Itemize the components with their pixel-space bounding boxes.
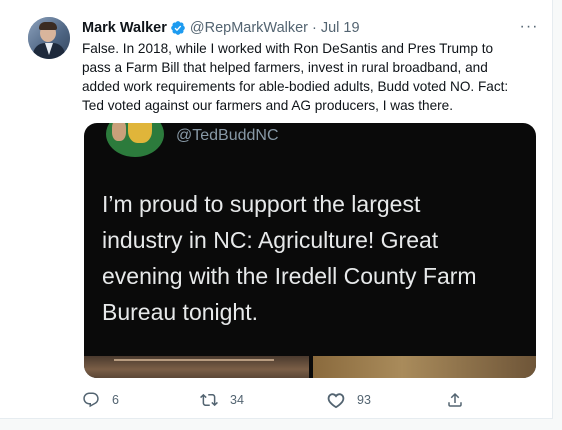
share-icon [448, 392, 462, 407]
embedded-text-line: I’m proud to support the largest [102, 191, 421, 217]
tweet-text-line: False. In 2018, while I worked with Ron … [82, 41, 494, 56]
tweet-text-line: pass a Farm Bill that helped farmers, in… [82, 60, 488, 75]
embedded-text-line: Bureau tonight. [102, 299, 259, 325]
embedded-photo-left [84, 356, 309, 378]
reply-count: 6 [112, 393, 119, 407]
reply-button[interactable]: 6 [82, 390, 119, 410]
verified-badge-icon [171, 21, 185, 35]
embedded-avatar [106, 123, 164, 157]
retweet-button[interactable]: 34 [200, 390, 244, 410]
like-button[interactable]: 93 [327, 390, 371, 410]
embedded-handle: @TedBuddNC [176, 127, 279, 144]
share-button[interactable] [446, 390, 464, 410]
separator-dot: · [312, 20, 317, 36]
tweet-text-line: added work requirements for able-bodied … [82, 79, 509, 94]
tweet-card[interactable]: Mark Walker @RepMarkWalker · Jul 19 ··· … [0, 0, 553, 419]
embedded-photo-right [313, 356, 536, 378]
author-name[interactable]: Mark Walker [82, 20, 167, 36]
embedded-text: I’m proud to support the largest industr… [102, 186, 477, 330]
retweet-count: 34 [230, 393, 244, 407]
embedded-media[interactable]: @TedBuddNC I’m proud to support the larg… [84, 123, 536, 378]
more-icon[interactable]: ··· [518, 17, 540, 37]
tweet-date[interactable]: Jul 19 [321, 20, 360, 36]
tweet-header: Mark Walker @RepMarkWalker · Jul 19 [82, 19, 360, 37]
embedded-text-line: industry in NC: Agriculture! Great [102, 227, 439, 253]
author-handle[interactable]: @RepMarkWalker [190, 20, 308, 36]
author-avatar[interactable] [28, 17, 70, 59]
tweet-text: False. In 2018, while I worked with Ron … [82, 39, 540, 115]
reply-icon [83, 392, 99, 408]
tweet-actions: 6 34 93 [82, 390, 472, 410]
retweet-icon [200, 393, 218, 407]
like-icon [327, 393, 345, 409]
like-count: 93 [357, 393, 371, 407]
tweet-text-line: Ted voted against our farmers and AG pro… [82, 98, 453, 113]
embedded-text-line: evening with the Iredell County Farm [102, 263, 477, 289]
